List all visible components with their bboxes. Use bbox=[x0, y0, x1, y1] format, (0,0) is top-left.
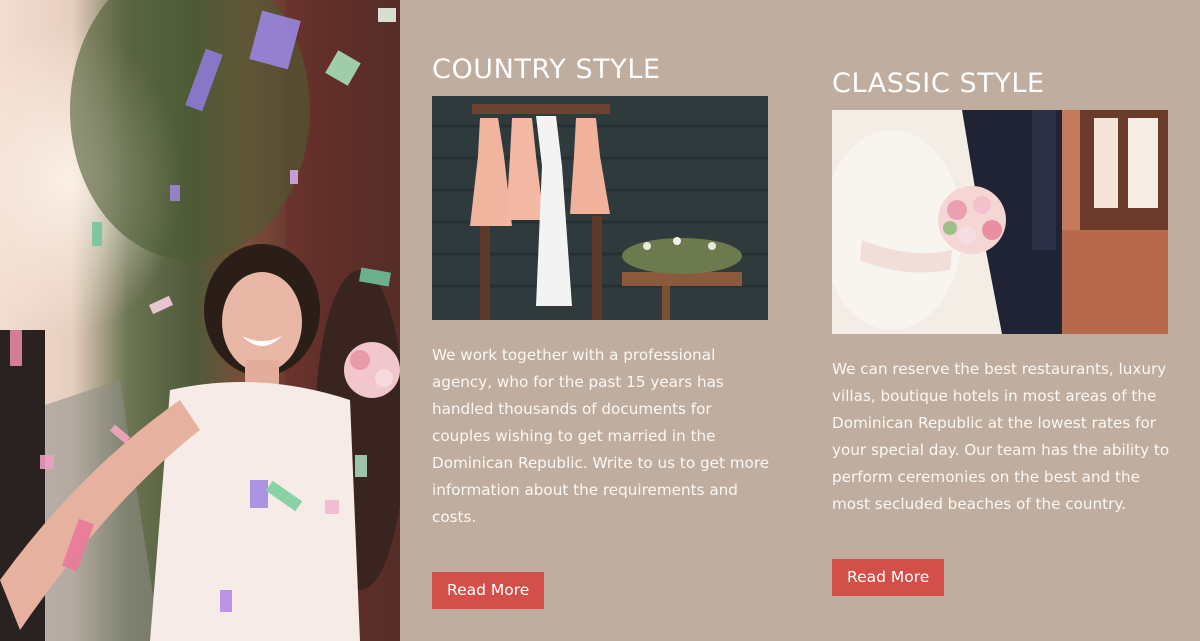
classic-style-description: We can reserve the best restaurants, lux… bbox=[832, 360, 1170, 513]
country-style-title: COUNTRY STYLE bbox=[432, 54, 661, 85]
classic-style-title: CLASSIC STYLE bbox=[832, 68, 1045, 99]
bride-groom-photo bbox=[832, 110, 1168, 334]
dresses-illustration bbox=[432, 96, 768, 320]
country-read-more-button[interactable]: Read More bbox=[432, 572, 545, 609]
hero-wedding-photo bbox=[0, 0, 400, 641]
bride-groom-illustration bbox=[832, 110, 1168, 334]
classic-style-section: CLASSIC STYLE We can reserve the best re… bbox=[832, 66, 1169, 518]
country-style-description: We work together with a professional age… bbox=[432, 346, 770, 526]
bride-confetti-illustration bbox=[0, 0, 400, 641]
bridesmaid-dresses-photo bbox=[432, 96, 768, 320]
country-style-section: COUNTRY STYLE We work together with a pr… bbox=[432, 52, 769, 531]
classic-read-more-button[interactable]: Read More bbox=[832, 559, 945, 596]
